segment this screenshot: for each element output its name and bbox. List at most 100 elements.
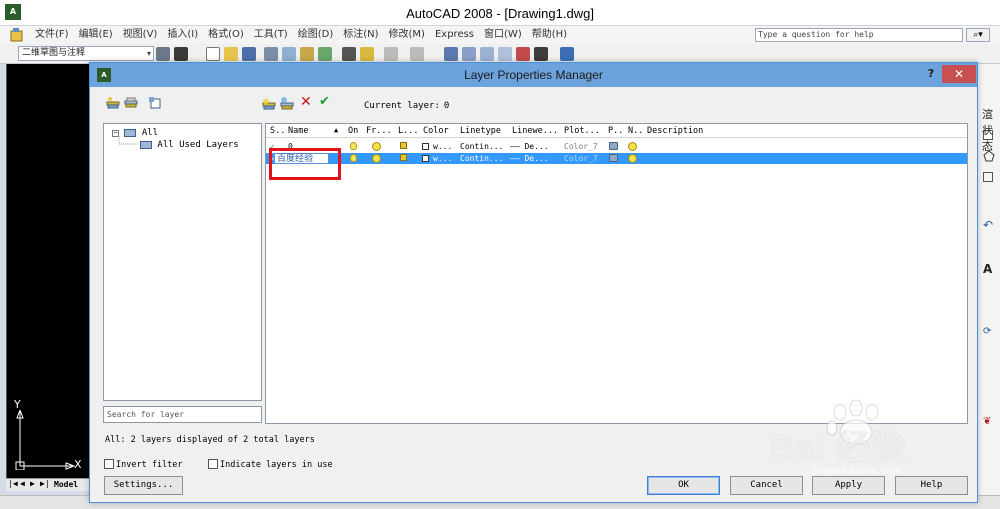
layout-tabs: |◀ ◀ ▶ ▶| Model: [6, 478, 90, 491]
current-layer-label: Current layer:: [364, 101, 440, 111]
menu-modify[interactable]: 修改(M): [384, 28, 430, 42]
help-search-icon[interactable]: ⌕▾: [966, 28, 990, 42]
workspace-save-icon[interactable]: [174, 47, 188, 61]
layer-color-swatch[interactable]: [422, 142, 429, 151]
new-group-filter-icon[interactable]: [124, 96, 138, 110]
match-properties-icon[interactable]: [360, 47, 374, 61]
layer-color-swatch[interactable]: [422, 154, 429, 163]
layer-unlock-icon[interactable]: [400, 142, 407, 151]
help-icon[interactable]: [560, 47, 574, 61]
menu-tools[interactable]: 工具(T): [249, 28, 293, 42]
set-current-icon[interactable]: ✔: [319, 95, 333, 109]
menu-file[interactable]: 文件(F): [30, 28, 74, 42]
cut-icon[interactable]: [342, 47, 356, 61]
properties-icon[interactable]: [516, 47, 530, 61]
layer-plot-printer-icon[interactable]: [609, 154, 618, 164]
menu-draw[interactable]: 绘图(D): [293, 28, 339, 42]
settings-button[interactable]: Settings...: [104, 476, 183, 495]
layer-linetype[interactable]: Contin...: [460, 154, 503, 163]
layer-on-bulb-icon[interactable]: [350, 154, 357, 164]
layer-row-1[interactable]: ▱ 百度经验 w... Contin... —— De... Color_7: [266, 153, 967, 164]
app-menu-icon[interactable]: [10, 27, 24, 42]
zoom-previous-icon[interactable]: [498, 47, 512, 61]
layer-plot-style: Color_7: [564, 142, 598, 151]
layer-on-bulb-icon[interactable]: [350, 142, 357, 152]
ok-button[interactable]: OK: [647, 476, 720, 495]
menu-view[interactable]: 视图(V): [118, 28, 163, 42]
layer-linetype[interactable]: Contin...: [460, 142, 503, 151]
tree-node-all-used-layers[interactable]: All Used Layers: [140, 140, 239, 150]
undo-icon[interactable]: [384, 47, 398, 61]
open-file-icon[interactable]: [224, 47, 238, 61]
layer-thaw-sun-icon[interactable]: [372, 154, 381, 165]
layer-plot-printer-icon[interactable]: [609, 142, 618, 152]
chevron-down-icon[interactable]: ▾: [147, 47, 151, 60]
invert-filter-checkbox[interactable]: [104, 459, 114, 469]
menu-format[interactable]: 格式(O): [203, 28, 249, 42]
save-icon[interactable]: [242, 47, 256, 61]
redo-icon[interactable]: [410, 47, 424, 61]
zoom-realtime-icon[interactable]: [462, 47, 476, 61]
publish-icon[interactable]: [300, 47, 314, 61]
zoom-window-icon[interactable]: [480, 47, 494, 61]
new-property-filter-icon[interactable]: [106, 96, 120, 110]
layer-vp-freeze-icon[interactable]: [628, 154, 637, 165]
panel-label: 渲状态: [982, 108, 993, 153]
col-linetype[interactable]: Linetype: [460, 126, 501, 136]
workspace-settings-icon[interactable]: [156, 47, 170, 61]
layer-unlock-icon[interactable]: [400, 154, 407, 163]
menu-help[interactable]: 帮助(H): [527, 28, 572, 42]
menu-insert[interactable]: 插入(I): [162, 28, 203, 42]
layer-lineweight[interactable]: —— De...: [510, 142, 549, 151]
col-new-vp-freeze[interactable]: N..: [628, 126, 643, 136]
text-style-icon[interactable]: A: [983, 262, 992, 276]
filter-tree: − All All Used Layers: [103, 123, 262, 401]
layer-row-0[interactable]: ✓ 0 w... Contin... —— De... Color_7: [266, 141, 967, 152]
col-plot[interactable]: P..: [608, 126, 623, 136]
arc-icon[interactable]: ↶: [983, 218, 995, 232]
new-layer-frozen-icon[interactable]: [280, 96, 294, 110]
col-on[interactable]: On: [348, 126, 358, 136]
layer-lineweight[interactable]: —— De...: [510, 154, 549, 163]
menu-window[interactable]: 窗口(W): [479, 28, 527, 42]
help-search-input[interactable]: Type a question for help: [755, 28, 963, 42]
tab-model[interactable]: Model: [54, 480, 78, 489]
col-freeze[interactable]: Fr...: [366, 126, 392, 136]
col-status[interactable]: S..: [270, 126, 285, 136]
rectangle-icon[interactable]: [983, 172, 993, 182]
tab-nav-prev-icon[interactable]: ◀: [20, 479, 25, 488]
menu-dimension[interactable]: 标注(N): [338, 28, 383, 42]
new-layer-icon[interactable]: [262, 96, 276, 110]
col-plot-style[interactable]: Plot...: [564, 126, 600, 136]
col-description[interactable]: Description: [647, 126, 703, 136]
col-color[interactable]: Color: [423, 126, 449, 136]
render-icon[interactable]: ❦: [983, 416, 991, 427]
plot-icon[interactable]: [264, 47, 278, 61]
plot-preview-icon[interactable]: [282, 47, 296, 61]
layer-vp-freeze-icon[interactable]: [628, 142, 637, 153]
col-lineweight[interactable]: Linewe...: [512, 126, 558, 136]
layer-color-name: w...: [433, 142, 453, 151]
tab-nav-next-icon[interactable]: ▶: [30, 479, 35, 488]
tab-nav-last-icon[interactable]: ▶|: [40, 479, 50, 488]
close-icon[interactable]: ✕: [942, 65, 976, 83]
3d-dwf-icon[interactable]: [318, 47, 332, 61]
menu-express[interactable]: Express: [430, 28, 479, 42]
search-layer-input[interactable]: Search for layer: [103, 406, 262, 423]
col-name[interactable]: Name: [288, 126, 308, 136]
dialog-help-icon[interactable]: ?: [924, 67, 938, 81]
design-center-icon[interactable]: [534, 47, 548, 61]
col-lock[interactable]: L...: [398, 126, 418, 136]
layer-states-manager-icon[interactable]: [148, 96, 162, 110]
workspace-dropdown[interactable]: 二维草图与注释 ▾: [18, 46, 154, 61]
layer-thaw-sun-icon[interactable]: [372, 142, 381, 153]
app-titlebar: A AutoCAD 2008 - [Drawing1.dwg]: [0, 0, 1000, 26]
new-file-icon[interactable]: [206, 47, 220, 61]
standard-toolbar: 二维草图与注释 ▾: [0, 44, 1000, 64]
dimension-icon[interactable]: ⟳: [983, 326, 991, 337]
indicate-layers-checkbox[interactable]: [208, 459, 218, 469]
delete-layer-icon[interactable]: ✕: [300, 95, 314, 109]
menu-edit[interactable]: 编辑(E): [74, 28, 118, 42]
tab-nav-first-icon[interactable]: |◀: [8, 479, 18, 488]
pan-icon[interactable]: [444, 47, 458, 61]
